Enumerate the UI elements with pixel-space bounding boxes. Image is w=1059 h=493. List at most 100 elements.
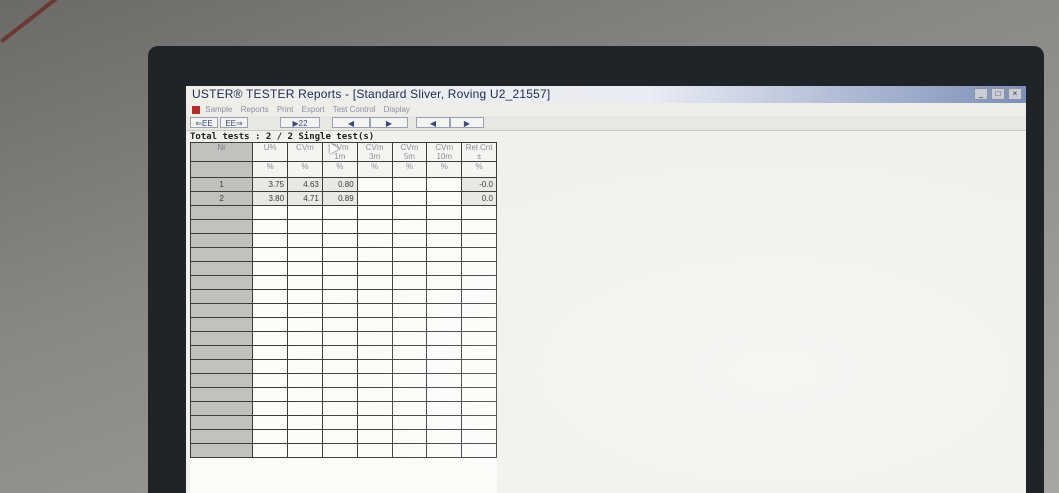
table-cell[interactable] [426, 177, 463, 192]
table-cell[interactable] [461, 261, 497, 276]
minimize-button[interactable]: _ [974, 88, 988, 100]
empty-table-row[interactable] [189, 317, 497, 332]
empty-table-row[interactable] [189, 359, 497, 374]
table-cell[interactable] [321, 233, 358, 248]
table-cell[interactable] [461, 373, 497, 388]
menu-sample[interactable]: Sample [205, 105, 232, 114]
table-cell[interactable] [252, 219, 289, 234]
table-cell[interactable] [287, 219, 323, 234]
table-cell[interactable] [287, 317, 323, 332]
row-number-cell[interactable]: 2 [189, 191, 254, 206]
table-cell[interactable] [391, 387, 428, 402]
table-cell[interactable] [252, 373, 289, 388]
table-cell[interactable] [287, 205, 323, 220]
empty-table-row[interactable] [189, 275, 497, 290]
table-cell[interactable] [391, 345, 428, 360]
table-cell[interactable] [252, 331, 289, 346]
table-row[interactable]: 1 3.75 4.63 0.80 -0.0 [189, 177, 497, 192]
table-cell[interactable] [252, 261, 289, 276]
table-cell[interactable] [356, 373, 393, 388]
menu-reports[interactable]: Reports [241, 105, 269, 114]
empty-table-row[interactable] [189, 247, 497, 262]
row-number-cell[interactable] [189, 415, 254, 430]
table-cell[interactable] [287, 303, 323, 318]
table-cell[interactable] [461, 345, 497, 360]
table-cell[interactable] [356, 387, 393, 402]
nav-prev-button[interactable]: ◀ [416, 117, 450, 128]
table-cell[interactable] [391, 331, 428, 346]
table-cell[interactable] [321, 401, 358, 416]
table-cell[interactable] [356, 275, 393, 290]
table-cell[interactable] [426, 345, 463, 360]
table-cell[interactable] [461, 219, 497, 234]
table-cell[interactable]: 0.89 [321, 191, 358, 206]
empty-table-row[interactable] [189, 429, 497, 444]
table-cell[interactable] [461, 401, 497, 416]
table-cell[interactable] [287, 331, 323, 346]
table-cell[interactable]: 0.0 [461, 191, 497, 206]
table-cell[interactable] [321, 429, 358, 444]
window-titlebar[interactable]: USTER® TESTER Reports - [Standard Sliver… [186, 86, 1026, 103]
table-cell[interactable] [287, 401, 323, 416]
table-cell[interactable] [356, 233, 393, 248]
table-cell[interactable] [461, 205, 497, 220]
table-cell[interactable] [461, 359, 497, 374]
table-cell[interactable] [391, 303, 428, 318]
table-cell[interactable] [252, 289, 289, 304]
table-cell[interactable] [356, 303, 393, 318]
table-cell[interactable] [287, 261, 323, 276]
table-cell[interactable] [356, 289, 393, 304]
row-number-cell[interactable] [189, 303, 254, 318]
table-cell[interactable] [287, 345, 323, 360]
table-cell[interactable]: 4.71 [287, 191, 323, 206]
table-cell[interactable] [391, 443, 428, 458]
table-cell[interactable] [461, 317, 497, 332]
table-cell[interactable]: 0.80 [321, 177, 358, 192]
row-number-cell[interactable] [189, 219, 254, 234]
table-cell[interactable] [426, 303, 463, 318]
table-cell[interactable] [391, 219, 428, 234]
row-number-cell[interactable] [189, 331, 254, 346]
empty-table-row[interactable] [189, 205, 497, 220]
table-cell[interactable] [321, 443, 358, 458]
table-cell[interactable] [461, 429, 497, 444]
table-cell[interactable] [252, 429, 289, 444]
table-cell[interactable] [461, 415, 497, 430]
table-cell[interactable] [461, 247, 497, 262]
row-number-cell[interactable]: 1 [189, 177, 254, 192]
row-number-cell[interactable] [189, 205, 254, 220]
table-cell[interactable] [287, 233, 323, 248]
table-cell[interactable] [252, 275, 289, 290]
table-cell[interactable]: 4.63 [287, 177, 323, 192]
table-cell[interactable] [426, 233, 463, 248]
table-cell[interactable] [426, 387, 463, 402]
table-cell[interactable] [426, 443, 463, 458]
table-cell[interactable] [391, 317, 428, 332]
column-header[interactable]: Nr [189, 142, 254, 162]
table-cell[interactable] [252, 205, 289, 220]
prev-sample-button[interactable]: ⇐EE [190, 117, 218, 128]
table-cell[interactable] [287, 415, 323, 430]
table-cell[interactable]: 3.80 [252, 191, 289, 206]
table-cell[interactable] [391, 247, 428, 262]
table-cell[interactable] [321, 331, 358, 346]
table-cell[interactable] [321, 261, 358, 276]
table-cell[interactable] [461, 331, 497, 346]
table-cell[interactable] [461, 443, 497, 458]
column-header[interactable]: CVm 10m [426, 142, 463, 162]
table-cell[interactable] [252, 317, 289, 332]
table-cell[interactable] [391, 205, 428, 220]
close-button[interactable]: × [1008, 88, 1022, 100]
page-button[interactable]: ▶22 [280, 117, 320, 128]
table-cell[interactable] [321, 317, 358, 332]
table-cell[interactable] [356, 401, 393, 416]
next-sample-button[interactable]: EE⇒ [220, 117, 248, 128]
table-cell[interactable] [391, 415, 428, 430]
table-cell[interactable] [426, 415, 463, 430]
table-cell[interactable] [321, 247, 358, 262]
table-cell[interactable] [426, 359, 463, 374]
table-cell[interactable] [391, 191, 428, 206]
table-cell[interactable] [356, 331, 393, 346]
menu-print[interactable]: Print [277, 105, 293, 114]
maximize-button[interactable]: □ [991, 88, 1005, 100]
